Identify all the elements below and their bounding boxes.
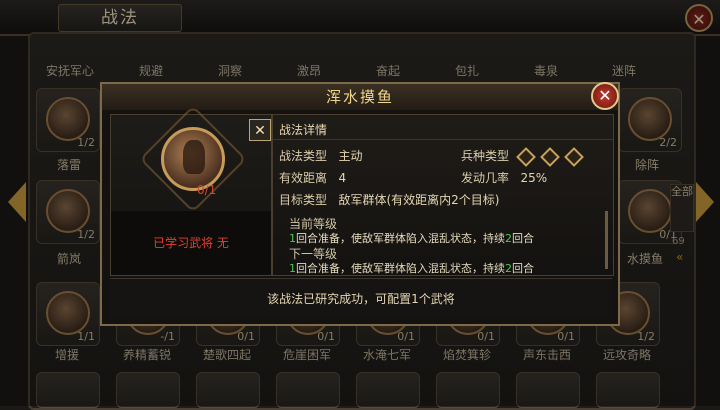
range-row: 有效距离 4 — [279, 169, 346, 186]
troop-label: 兵种类型 — [461, 149, 510, 163]
rate-row: 发动几率 25% — [461, 169, 547, 186]
range-label: 有效距离 — [279, 171, 328, 185]
learned-generals-text: 已学习武将 无 — [111, 211, 271, 275]
target-row: 目标类型 敌军群体(有效距离内2个目标) — [279, 191, 499, 208]
next-level-desc: 1回合准备，使敌军群体陷入混乱状态，持续2回合 — [289, 262, 534, 275]
type-row: 战法类型 主动 — [279, 147, 362, 164]
infantry-icon — [539, 146, 560, 167]
rate-value: 25% — [520, 171, 548, 185]
skill-detail-dialog: 浑水摸鱼 ✕ 0/1 ✕ 已学习武将 无 战法详情 战法类型 主动 有效距离 4… — [100, 82, 620, 326]
skill-portrait-icon — [161, 127, 225, 191]
skill-preview-panel: 0/1 ✕ 已学习武将 无 — [110, 105, 272, 276]
range-value: 4 — [338, 171, 347, 185]
target-label: 目标类型 — [279, 193, 328, 207]
archer-icon — [563, 146, 584, 167]
details-header: 战法详情 — [279, 123, 328, 137]
divider — [273, 139, 613, 140]
type-label: 战法类型 — [279, 149, 328, 163]
research-status-text: 该战法已研究成功，可配置1个武将 — [110, 278, 612, 319]
remove-button[interactable]: ✕ — [249, 119, 271, 141]
target-value: 敌军群体(有效距离内2个目标) — [338, 193, 500, 207]
scrollbar[interactable] — [605, 211, 608, 269]
type-value: 主动 — [338, 149, 363, 163]
troop-row: 兵种类型 — [461, 146, 584, 167]
rate-label: 发动几率 — [461, 171, 510, 185]
close-icon[interactable]: ✕ — [591, 82, 619, 110]
current-level-desc: 1回合准备，使敌军群体陷入混乱状态，持续2回合 — [289, 232, 534, 245]
dialog-title: 浑水摸鱼 — [102, 84, 618, 110]
skill-details-panel: 战法详情 战法类型 主动 有效距离 4 目标类型 敌军群体(有效距离内2个目标)… — [272, 114, 614, 276]
skill-count: 0/1 — [197, 183, 217, 197]
cavalry-icon — [515, 146, 536, 167]
